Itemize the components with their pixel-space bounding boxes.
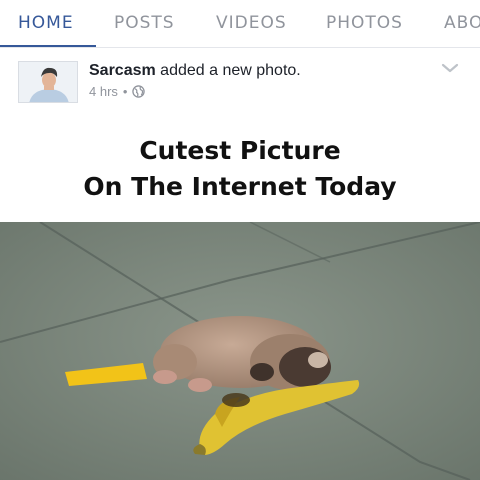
photo-image: [0, 222, 480, 480]
post-headline: Sarcasm added a new photo.: [89, 62, 301, 80]
author-name[interactable]: Sarcasm: [89, 62, 156, 79]
chevron-down-icon[interactable]: [440, 62, 460, 74]
globe-icon: [132, 85, 146, 98]
post-meta: 4 hrs •: [89, 84, 146, 99]
tab-about[interactable]: ABO: [444, 0, 480, 47]
tab-videos[interactable]: VIDEOS: [216, 0, 287, 47]
photo-caption-line-1: Cutest Picture: [139, 136, 341, 165]
post-header: Sarcasm added a new photo. 4 hrs •: [0, 48, 480, 122]
post-timestamp[interactable]: 4 hrs: [89, 84, 118, 99]
photo-caption-line-2: On The Internet Today: [83, 172, 397, 201]
photo-caption-area: Cutest Picture On The Internet Today: [0, 122, 480, 222]
avatar[interactable]: [18, 61, 78, 103]
tab-home[interactable]: HOME: [18, 0, 74, 47]
meta-separator: •: [122, 84, 128, 99]
page-tab-bar: HOME POSTS VIDEOS PHOTOS ABO: [0, 0, 480, 48]
tab-posts[interactable]: POSTS: [114, 0, 175, 47]
tab-photos[interactable]: PHOTOS: [326, 0, 403, 47]
post-action-text: added a new photo.: [160, 62, 301, 79]
post-photo[interactable]: Cutest Picture On The Internet Today: [0, 122, 480, 480]
avatar-image: [19, 62, 77, 102]
